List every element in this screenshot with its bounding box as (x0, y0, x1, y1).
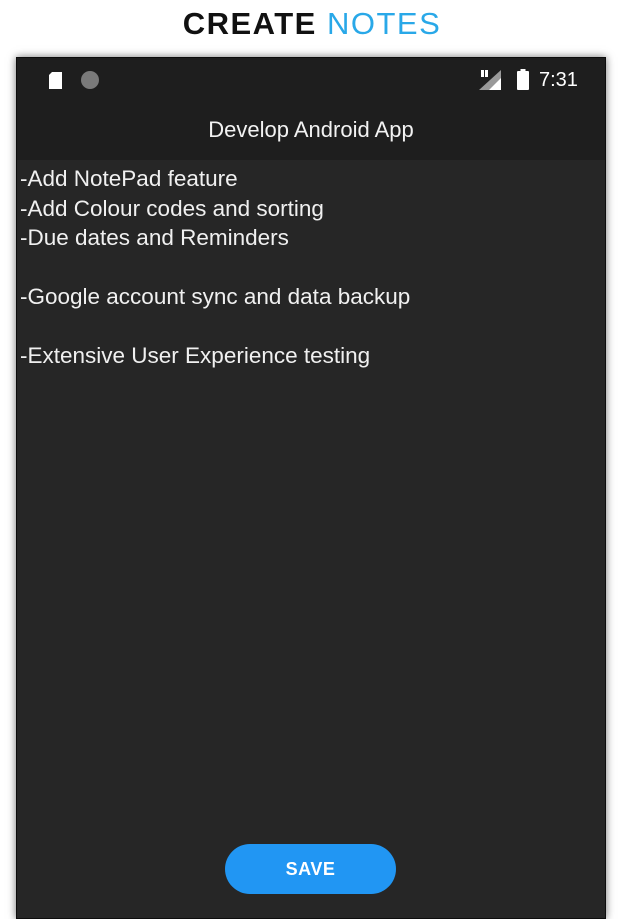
note-line: -Due dates and Reminders (20, 225, 289, 250)
note-line: -Google account sync and data backup (20, 284, 411, 309)
signal-icon (479, 70, 501, 90)
status-bar: 7:31 (17, 58, 605, 102)
note-line: -Extensive User Experience testing (20, 343, 371, 368)
save-button[interactable]: SAVE (225, 844, 396, 894)
note-text-area[interactable]: -Add NotePad feature -Add Colour codes a… (17, 164, 603, 371)
sd-card-icon (49, 72, 62, 89)
note-line: -Add Colour codes and sorting (20, 195, 324, 221)
battery-icon (517, 69, 529, 90)
banner-word-notes: NOTES (326, 6, 442, 41)
note-title[interactable]: Develop Android App (17, 102, 605, 158)
circle-notification-icon (81, 71, 99, 89)
note-line (17, 253, 603, 283)
banner-word-create: CREATE (182, 6, 317, 41)
note-line: -Add NotePad feature (20, 166, 238, 191)
toolbar: Develop Android App (17, 102, 605, 160)
app-banner-title: CREATE NOTES (0, 0, 624, 48)
phone-screen: 7:31 Develop Android App -Add NotePad fe… (16, 57, 606, 919)
status-time: 7:31 (539, 69, 578, 91)
note-line (17, 312, 603, 342)
